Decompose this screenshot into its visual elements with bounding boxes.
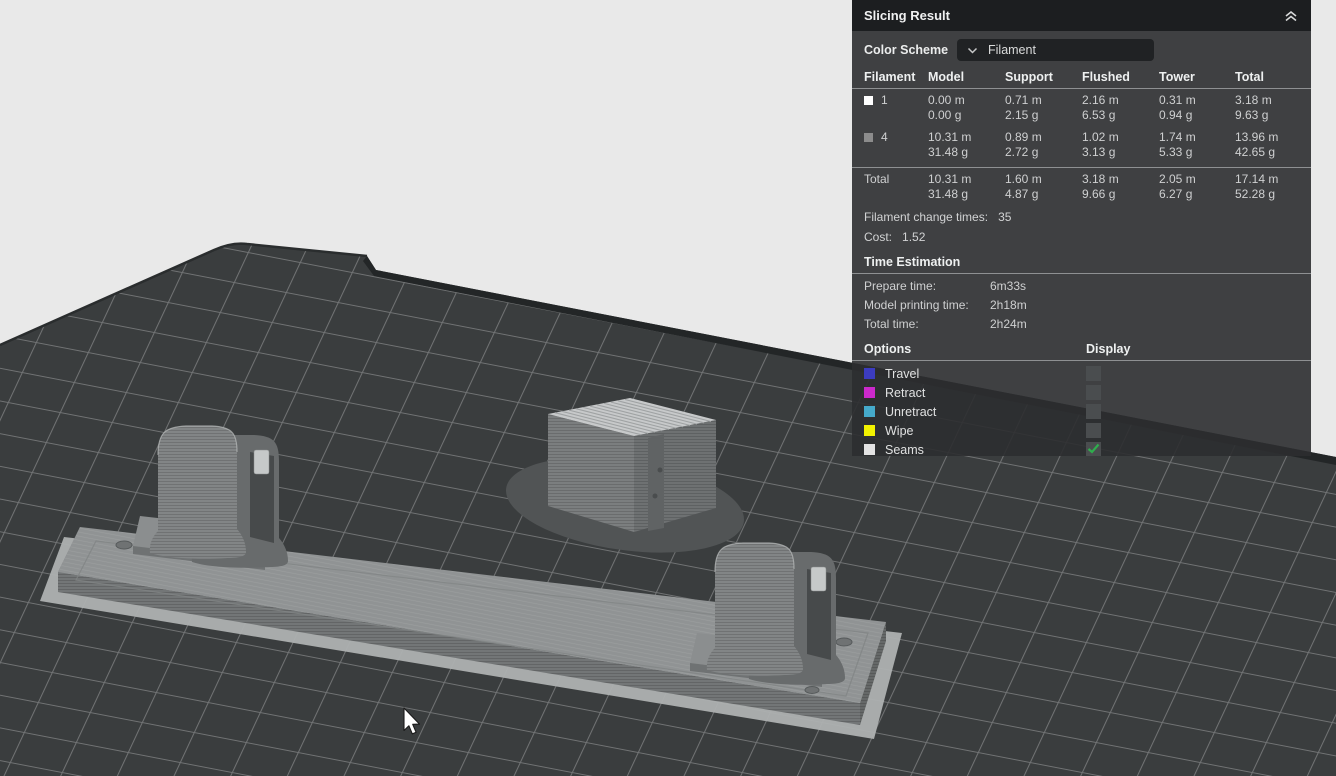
col-header-filament: Filament: [864, 70, 928, 84]
retract-checkbox[interactable]: [1086, 385, 1101, 400]
filament-table-header: Filament Model Support Flushed Tower Tot…: [852, 70, 1311, 84]
travel-checkbox[interactable]: [1086, 366, 1101, 381]
option-row-travel: Travel: [852, 364, 1311, 383]
table-row-filament-1: 1 0.00 m0.00 g 0.71 m2.15 g 2.16 m6.53 g…: [852, 89, 1311, 126]
filament-change-value: 35: [998, 210, 1011, 225]
check-icon: [1087, 443, 1100, 457]
option-row-seams: Seams: [852, 440, 1311, 456]
chevron-down-icon: [967, 47, 978, 54]
unretract-color-swatch: [864, 406, 875, 417]
panel-header: Slicing Result: [852, 0, 1311, 31]
table-row-filament-4: 4 10.31 m31.48 g 0.89 m2.72 g 1.02 m3.13…: [852, 126, 1311, 163]
retract-color-swatch: [864, 387, 875, 398]
display-title: Display: [1086, 342, 1299, 356]
total-time-value: 2h24m: [990, 316, 1299, 333]
travel-color-swatch: [864, 368, 875, 379]
color-scheme-dropdown[interactable]: Filament: [957, 39, 1154, 61]
divider: [852, 273, 1311, 274]
col-header-total: Total: [1235, 70, 1299, 84]
col-header-flushed: Flushed: [1082, 70, 1159, 84]
seams-color-swatch: [864, 444, 875, 455]
filament-4-swatch: [864, 133, 873, 142]
option-row-wipe: Wipe: [852, 421, 1311, 440]
filament-1-swatch: [864, 96, 873, 105]
col-header-support: Support: [1005, 70, 1082, 84]
option-row-retract: Retract: [852, 383, 1311, 402]
options-title: Options: [864, 342, 1086, 356]
time-estimation-title: Time Estimation: [864, 255, 1299, 269]
cost: Cost: 1.52: [852, 230, 1311, 245]
panel-title: Slicing Result: [864, 8, 950, 23]
prepare-time-value: 6m33s: [990, 278, 1299, 295]
wipe-color-swatch: [864, 425, 875, 436]
application-window: Bambu Texture PEI Plate: [0, 0, 1336, 776]
model-printing-time-value: 2h18m: [990, 297, 1299, 314]
cost-value: 1.52: [902, 230, 925, 245]
total-row-label: Total: [864, 172, 928, 187]
model-printing-time-row: Model printing time: 2h18m: [852, 296, 1311, 315]
filament-change-times: Filament change times: 35: [852, 210, 1311, 225]
option-row-unretract: Unretract: [852, 402, 1311, 421]
table-row-total: Total 10.31 m31.48 g 1.60 m4.87 g 3.18 m…: [852, 168, 1311, 205]
collapse-panel-icon[interactable]: [1283, 9, 1299, 22]
color-scheme-row: Color Scheme Filament: [864, 39, 1299, 61]
filament-1-id: 1: [881, 93, 888, 108]
total-time-row: Total time: 2h24m: [852, 315, 1311, 334]
col-header-tower: Tower: [1159, 70, 1235, 84]
unretract-checkbox[interactable]: [1086, 404, 1101, 419]
options-header-row: Options Display: [852, 342, 1311, 356]
prepare-time-row: Prepare time: 6m33s: [852, 277, 1311, 296]
color-scheme-label: Color Scheme: [864, 43, 957, 57]
divider: [852, 360, 1311, 361]
slicing-result-panel: Slicing Result Color Scheme Filament Fil…: [852, 0, 1311, 456]
wipe-checkbox[interactable]: [1086, 423, 1101, 438]
col-header-model: Model: [928, 70, 1005, 84]
seams-checkbox[interactable]: [1086, 442, 1101, 456]
color-scheme-value: Filament: [988, 43, 1036, 57]
filament-4-id: 4: [881, 130, 888, 145]
